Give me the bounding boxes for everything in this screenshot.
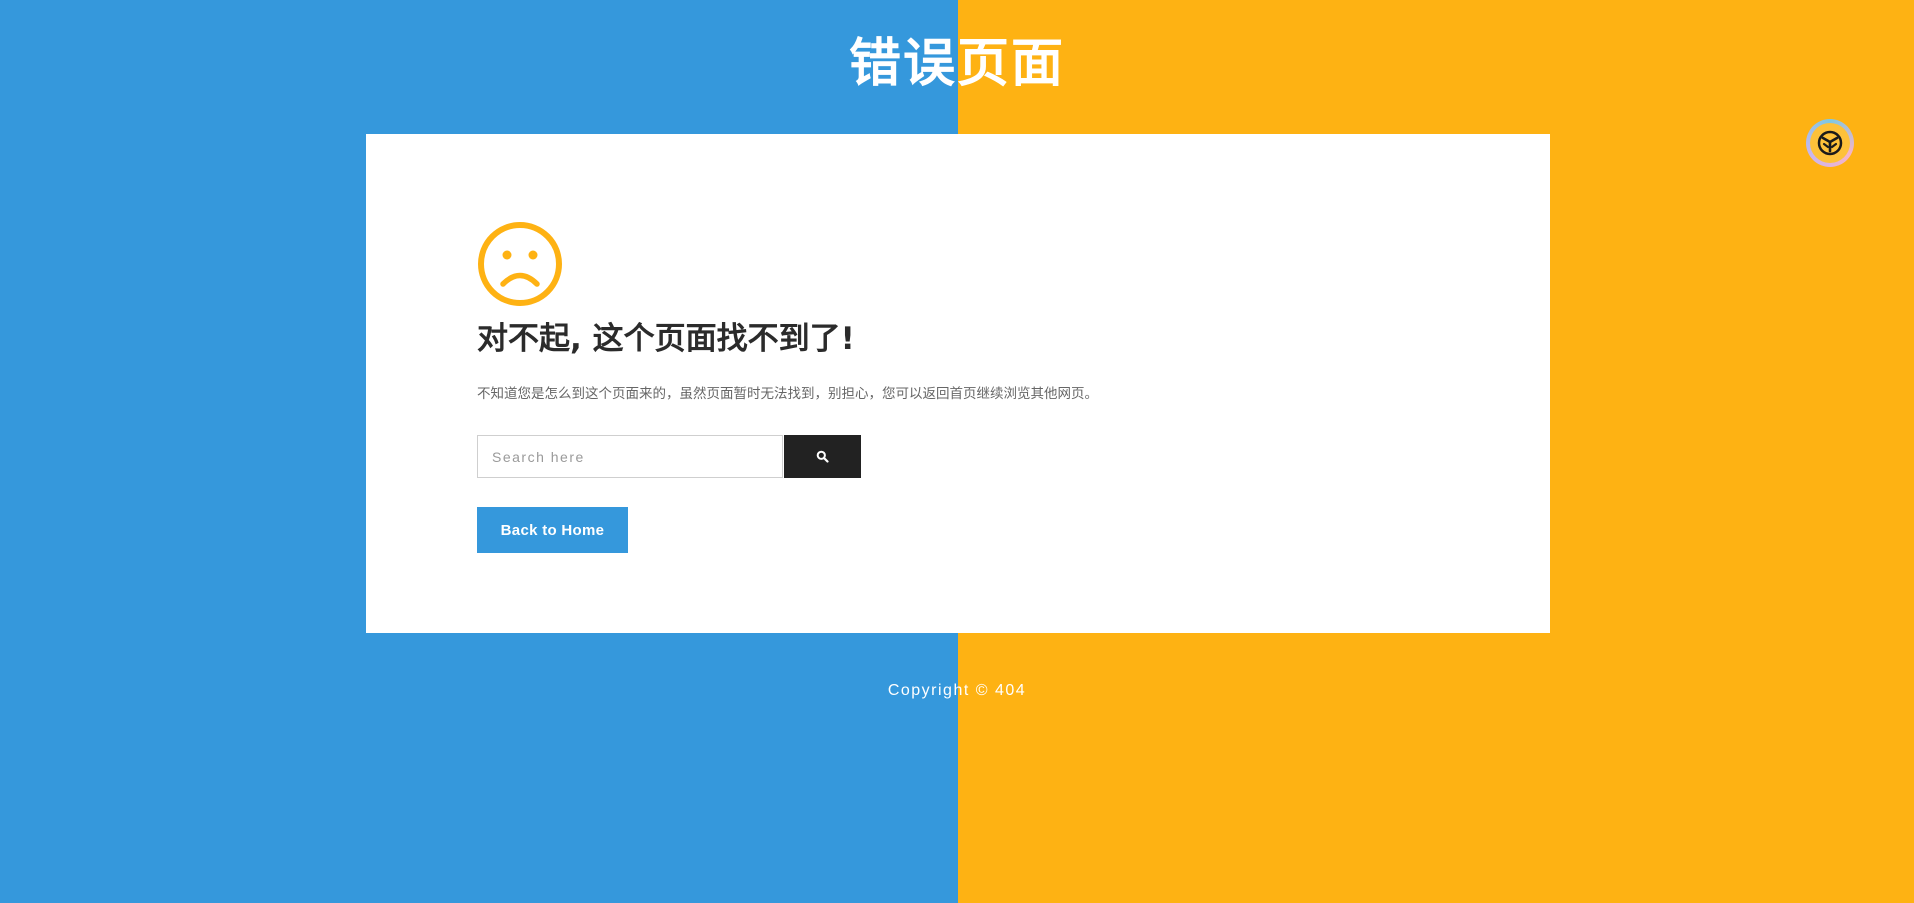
error-description: 不知道您是怎么到这个页面来的，虽然页面暂时无法找到，别担心，您可以返回首页继续浏… [477, 386, 1098, 402]
error-card: 对不起, 这个页面找不到了! 不知道您是怎么到这个页面来的，虽然页面暂时无法找到… [366, 134, 1550, 633]
assistant-logo-icon [1810, 123, 1850, 163]
copyright-text: Copyright © 404 [887, 682, 1027, 699]
error-heading: 对不起, 这个页面找不到了! [477, 321, 855, 357]
search-button[interactable] [784, 435, 861, 478]
search-input[interactable] [477, 435, 783, 478]
sad-face-icon [477, 221, 563, 307]
back-to-home-button[interactable]: Back to Home [477, 507, 628, 553]
search-icon [816, 450, 829, 463]
page-title: 错误页面 [848, 34, 1065, 94]
floating-assistant-button[interactable] [1806, 119, 1854, 167]
